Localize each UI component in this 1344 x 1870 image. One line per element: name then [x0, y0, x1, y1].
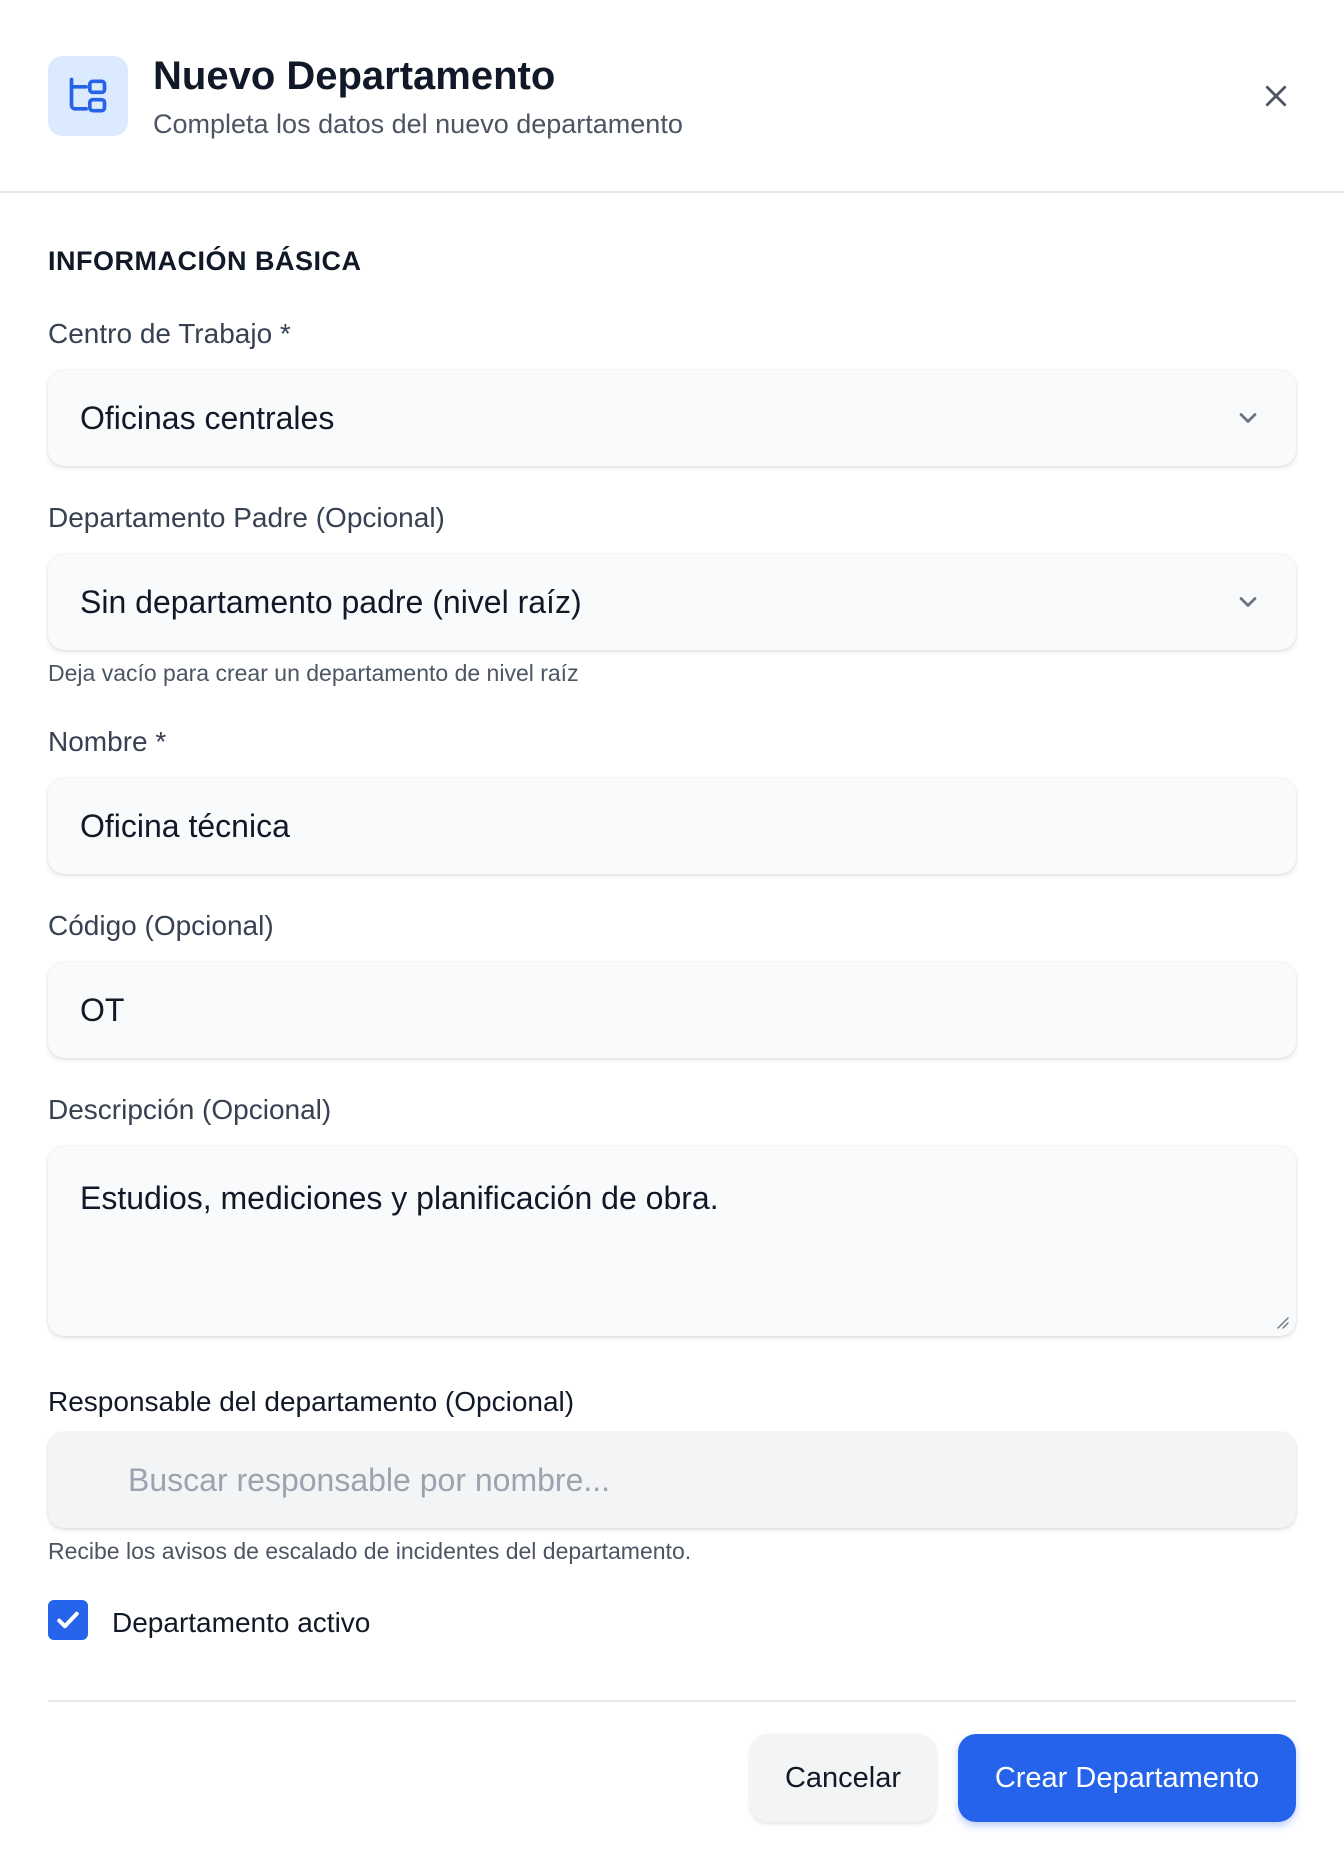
code-input[interactable]: OT	[48, 962, 1296, 1058]
close-button[interactable]	[1250, 70, 1302, 122]
create-department-button[interactable]: Crear Departamento	[958, 1734, 1296, 1822]
section-title: INFORMACIÓN BÁSICA	[48, 246, 362, 276]
work-center-select[interactable]: Oficinas centrales	[48, 370, 1296, 466]
description-value: Estudios, mediciones y planificación de …	[80, 1180, 719, 1216]
parent-department-hint: Deja vacío para crear un departamento de…	[48, 660, 579, 686]
dialog-title: Nuevo Departamento	[153, 54, 556, 98]
dialog-header: Nuevo Departamento Completa los datos de…	[0, 0, 1344, 193]
dialog-subtitle: Completa los datos del nuevo departament…	[153, 109, 683, 139]
close-icon	[1265, 85, 1287, 107]
checkmark-icon	[57, 1611, 79, 1629]
chevron-down-icon	[1239, 597, 1257, 607]
code-label: Código (Opcional)	[48, 910, 274, 941]
footer-divider	[48, 1700, 1296, 1702]
department-tree-icon	[48, 56, 128, 136]
manager-search-input[interactable]: Buscar responsable por nombre...	[48, 1432, 1296, 1528]
active-checkbox[interactable]	[48, 1600, 88, 1640]
parent-department-value: Sin departamento padre (nivel raíz)	[80, 583, 582, 620]
parent-department-label: Departamento Padre (Opcional)	[48, 502, 445, 533]
new-department-dialog: Nuevo Departamento Completa los datos de…	[0, 0, 1344, 1870]
work-center-value: Oficinas centrales	[80, 399, 335, 436]
parent-department-select[interactable]: Sin departamento padre (nivel raíz)	[48, 554, 1296, 650]
name-value: Oficina técnica	[80, 807, 290, 844]
manager-label: Responsable del departamento (Opcional)	[48, 1386, 575, 1417]
name-input[interactable]: Oficina técnica	[48, 778, 1296, 874]
name-label: Nombre *	[48, 726, 167, 757]
chevron-down-icon	[1239, 413, 1257, 423]
active-checkbox-label[interactable]: Departamento activo	[112, 1607, 370, 1639]
description-label: Descripción (Opcional)	[48, 1094, 332, 1125]
resize-handle-icon[interactable]	[1274, 1314, 1290, 1330]
work-center-label: Centro de Trabajo *	[48, 318, 291, 349]
cancel-button[interactable]: Cancelar	[750, 1734, 936, 1822]
manager-search-placeholder: Buscar responsable por nombre...	[128, 1461, 611, 1498]
code-value: OT	[80, 991, 125, 1028]
description-textarea[interactable]: Estudios, mediciones y planificación de …	[48, 1146, 1296, 1336]
manager-hint: Recibe los avisos de escalado de inciden…	[48, 1538, 692, 1564]
